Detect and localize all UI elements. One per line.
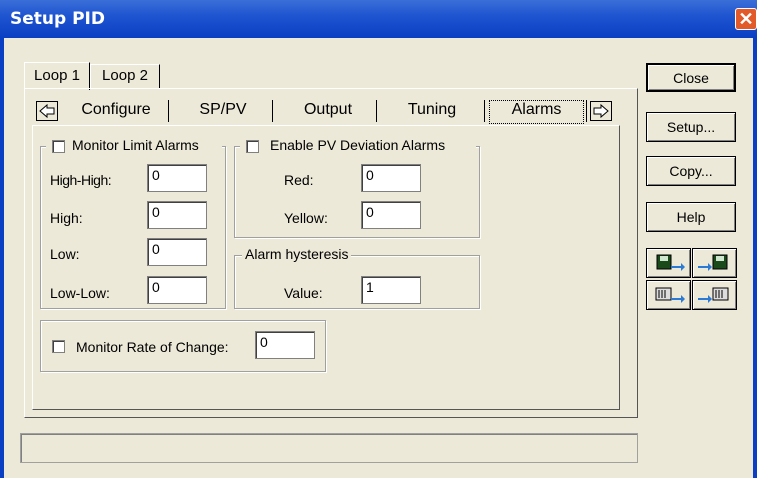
red-label: Red:: [284, 172, 314, 188]
low-low-label: Low-Low:: [50, 285, 110, 301]
load-from-device-button[interactable]: [692, 280, 737, 310]
title-bar: Setup PID ✕: [0, 0, 757, 38]
tab-tuning[interactable]: Tuning: [384, 101, 480, 123]
tab-separator: [272, 100, 273, 122]
window-title: Setup PID: [10, 9, 105, 29]
tab-configure[interactable]: Configure: [66, 101, 166, 123]
save-to-device-icon: [655, 287, 685, 303]
tab-loop-2[interactable]: Loop 2: [90, 64, 160, 88]
yellow-label: Yellow:: [284, 210, 328, 226]
tab-loop-1-label: Loop 1: [34, 67, 80, 84]
tab-tuning-label: Tuning: [407, 101, 457, 118]
tab-alarms[interactable]: Alarms: [489, 100, 584, 124]
low-low-field[interactable]: 0: [147, 276, 207, 304]
close-window-icon[interactable]: ✕: [735, 8, 757, 30]
close-button[interactable]: Close: [646, 63, 736, 92]
hysteresis-value-field[interactable]: 1: [361, 276, 421, 304]
load-from-device-icon: [698, 287, 729, 303]
tab-separator: [484, 100, 485, 122]
status-bar: [20, 433, 638, 463]
hysteresis-value-label: Value:: [284, 285, 323, 301]
monitor-limit-label: Monitor Limit Alarms: [72, 137, 199, 153]
load-from-disk-button[interactable]: [692, 248, 737, 278]
tab-separator: [586, 100, 587, 122]
save-to-device-button[interactable]: [646, 280, 691, 310]
setup-button-label: Setup...: [666, 119, 716, 135]
monitor-limit-checkbox[interactable]: [52, 140, 65, 153]
tab-loop-2-label: Loop 2: [102, 67, 148, 84]
pv-deviation-checkbox[interactable]: [246, 140, 259, 153]
high-field[interactable]: 0: [147, 201, 207, 229]
tab-separator: [168, 100, 169, 122]
pv-deviation-group: [234, 146, 480, 238]
help-button[interactable]: Help: [646, 202, 736, 232]
high-high-label: High-High:: [50, 172, 112, 188]
tab-output-label: Output: [303, 101, 353, 118]
close-button-label: Close: [673, 70, 709, 86]
tab-sp-pv[interactable]: SP/PV: [176, 101, 270, 123]
copy-button-label: Copy...: [669, 163, 713, 179]
help-button-label: Help: [676, 209, 706, 225]
red-field[interactable]: 0: [361, 164, 421, 192]
save-to-disk-icon: [656, 254, 685, 271]
high-label: High:: [50, 210, 83, 226]
tab-loop-1[interactable]: Loop 1: [24, 62, 90, 90]
yellow-field[interactable]: 0: [361, 201, 421, 229]
tab-alarms-label: Alarms: [511, 101, 562, 118]
tab-scroll-left-icon[interactable]: [36, 101, 58, 121]
hysteresis-legend: Alarm hysteresis: [242, 246, 352, 262]
setup-button[interactable]: Setup...: [646, 112, 736, 142]
hysteresis-group: [234, 255, 480, 309]
tab-separator: [376, 100, 377, 122]
tab-output[interactable]: Output: [282, 101, 374, 123]
save-to-disk-button[interactable]: [646, 248, 691, 278]
load-from-disk-icon: [698, 254, 728, 271]
rate-of-change-checkbox[interactable]: [52, 340, 65, 353]
low-label: Low:: [50, 246, 80, 262]
tab-sp-pv-label: SP/PV: [199, 101, 247, 118]
tab-scroll-right-icon[interactable]: [590, 101, 612, 121]
copy-button[interactable]: Copy...: [646, 156, 736, 186]
rate-of-change-label: Monitor Rate of Change:: [76, 339, 229, 355]
tab-configure-label: Configure: [81, 101, 151, 118]
high-high-field[interactable]: 0: [147, 164, 207, 192]
low-field[interactable]: 0: [147, 238, 207, 266]
pv-deviation-label: Enable PV Deviation Alarms: [270, 137, 446, 153]
rate-of-change-field[interactable]: 0: [255, 331, 315, 359]
